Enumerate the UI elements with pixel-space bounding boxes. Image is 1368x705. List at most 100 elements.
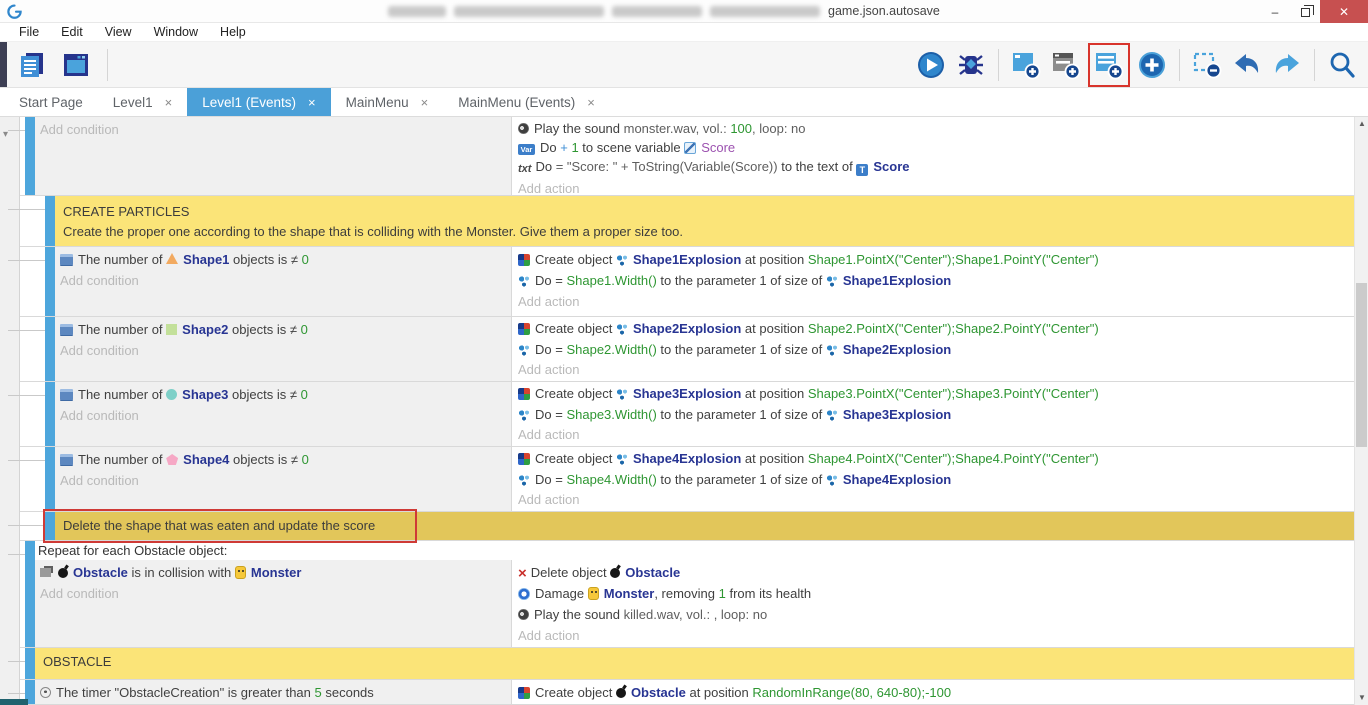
add-condition[interactable]: Add condition bbox=[60, 470, 507, 491]
tab-level1-events-[interactable]: Level1 (Events)× bbox=[187, 88, 330, 116]
comment-block[interactable]: Delete the shape that was eaten and upda… bbox=[55, 512, 1354, 540]
add-action[interactable]: Add action bbox=[518, 625, 1350, 646]
condition-line[interactable]: The number of Shape2 objects is ≠ 0 bbox=[60, 319, 507, 340]
add-action[interactable]: Add action bbox=[518, 425, 1350, 446]
deselect-button[interactable] bbox=[1189, 46, 1225, 84]
debug-button[interactable] bbox=[953, 46, 989, 84]
comment-block[interactable]: OBSTACLE bbox=[35, 648, 1354, 679]
add-action[interactable]: Add action bbox=[518, 291, 1350, 312]
scrollbar-thumb[interactable] bbox=[1356, 283, 1367, 447]
action-line[interactable]: Do = Shape3.Width() to the parameter 1 o… bbox=[518, 405, 1350, 426]
add-condition[interactable]: Add condition bbox=[60, 340, 507, 361]
collision-icon bbox=[40, 568, 51, 577]
comment-block[interactable]: CREATE PARTICLESCreate the proper one ac… bbox=[55, 196, 1354, 246]
action-line[interactable]: Play the sound monster.wav, vol.: 100, l… bbox=[518, 119, 1350, 138]
action-line[interactable]: ×Delete object Obstacle bbox=[518, 562, 1350, 583]
action-line[interactable]: Create object Shape4Explosion at positio… bbox=[518, 449, 1350, 470]
add-scene-button[interactable] bbox=[1008, 46, 1044, 84]
scene-editor-button[interactable] bbox=[58, 46, 94, 84]
menu-file[interactable]: File bbox=[8, 25, 50, 39]
actions-cell[interactable]: Create object Shape1Explosion at positio… bbox=[511, 247, 1354, 316]
undo-button[interactable] bbox=[1229, 46, 1265, 84]
actions-cell[interactable]: Create object Shape4Explosion at positio… bbox=[511, 447, 1354, 511]
action-line[interactable]: Create object Shape2Explosion at positio… bbox=[518, 319, 1350, 340]
event-row[interactable]: The number of Shape2 objects is ≠ 0Add c… bbox=[20, 317, 1354, 382]
action-line[interactable]: Create object Shape1Explosion at positio… bbox=[518, 249, 1350, 270]
text-segment: Shape1Explosion bbox=[633, 252, 741, 267]
condition-line[interactable]: The timer "ObstacleCreation" is greater … bbox=[40, 682, 507, 703]
condition-line[interactable]: Obstacle is in collision with Monster bbox=[40, 562, 507, 583]
action-line[interactable]: VarDo + 1 to scene variable Score bbox=[518, 138, 1350, 157]
foreach-header[interactable]: Repeat for each Obstacle object: bbox=[35, 541, 1354, 560]
actions-cell[interactable]: Create object Obstacle at position Rando… bbox=[511, 680, 1354, 704]
add-external-events-button[interactable] bbox=[1048, 46, 1084, 84]
tab-close-icon[interactable]: × bbox=[421, 95, 429, 110]
conditions-cell[interactable]: Obstacle is in collision with MonsterAdd… bbox=[35, 560, 511, 647]
scroll-up-arrow[interactable]: ▲ bbox=[1355, 117, 1368, 131]
tab-close-icon[interactable]: × bbox=[165, 95, 173, 110]
conditions-cell[interactable]: Add condition bbox=[35, 117, 511, 195]
text-icon: txt bbox=[518, 160, 531, 179]
action-line[interactable]: Damage Monster, removing 1 from its heal… bbox=[518, 583, 1350, 604]
vertical-scrollbar[interactable]: ▲ ▼ bbox=[1354, 117, 1368, 705]
search-button[interactable] bbox=[1324, 46, 1360, 84]
event-row[interactable]: The timer "ObstacleCreation" is greater … bbox=[20, 680, 1354, 705]
event-row[interactable]: Add condition Play the sound monster.wav,… bbox=[20, 117, 1354, 196]
add-object-button[interactable] bbox=[1134, 46, 1170, 84]
action-line[interactable]: txtDo = "Score: " + ToString(Variable(Sc… bbox=[518, 157, 1350, 179]
condition-line[interactable]: The number of Shape3 objects is ≠ 0 bbox=[60, 384, 507, 405]
close-button[interactable]: ✕ bbox=[1320, 0, 1368, 23]
redo-button[interactable] bbox=[1269, 46, 1305, 84]
actions-cell[interactable]: ×Delete object ObstacleDamage Monster, r… bbox=[511, 560, 1354, 647]
action-line[interactable]: Do = Shape2.Width() to the parameter 1 o… bbox=[518, 340, 1350, 361]
text-segment: Shape2 bbox=[182, 322, 228, 337]
play-button[interactable] bbox=[913, 46, 949, 84]
project-manager-button[interactable] bbox=[14, 46, 50, 84]
comment-row[interactable]: CREATE PARTICLESCreate the proper one ac… bbox=[20, 196, 1354, 247]
placeholder-text: Add condition bbox=[60, 473, 139, 488]
conditions-cell[interactable]: The number of Shape3 objects is ≠ 0Add c… bbox=[55, 382, 511, 446]
actions-cell[interactable]: Create object Shape2Explosion at positio… bbox=[511, 317, 1354, 381]
comment-row[interactable]: OBSTACLE bbox=[20, 648, 1354, 680]
tab-mainmenu-events-[interactable]: MainMenu (Events)× bbox=[443, 88, 610, 116]
action-line[interactable]: Create object Obstacle at position Rando… bbox=[518, 682, 1350, 703]
conditions-cell[interactable]: The number of Shape2 objects is ≠ 0Add c… bbox=[55, 317, 511, 381]
restore-button[interactable] bbox=[1290, 0, 1320, 23]
add-condition[interactable]: Add condition bbox=[40, 583, 507, 604]
tab-mainmenu[interactable]: MainMenu× bbox=[331, 88, 444, 116]
add-condition[interactable]: Add condition bbox=[60, 270, 507, 291]
menu-view[interactable]: View bbox=[94, 25, 143, 39]
action-line[interactable]: Create object Shape3Explosion at positio… bbox=[518, 384, 1350, 405]
condition-line[interactable]: The number of Shape4 objects is ≠ 0 bbox=[60, 449, 507, 470]
menu-window[interactable]: Window bbox=[143, 25, 209, 39]
add-condition[interactable]: Add condition bbox=[60, 405, 507, 426]
add-action[interactable]: Add action bbox=[518, 179, 1350, 195]
comment-row[interactable]: Delete the shape that was eaten and upda… bbox=[20, 512, 1354, 541]
conditions-cell[interactable]: The timer "ObstacleCreation" is greater … bbox=[35, 680, 511, 704]
tab-level1[interactable]: Level1× bbox=[98, 88, 187, 116]
condition-line[interactable]: The number of Shape1 objects is ≠ 0 bbox=[60, 249, 507, 270]
collapse-caret-icon[interactable]: ▾ bbox=[3, 129, 8, 140]
event-row[interactable]: The number of Shape3 objects is ≠ 0Add c… bbox=[20, 382, 1354, 447]
event-row[interactable]: Repeat for each Obstacle object:Obstacle… bbox=[20, 541, 1354, 648]
action-line[interactable]: Do = Shape1.Width() to the parameter 1 o… bbox=[518, 270, 1350, 291]
action-line[interactable]: Play the sound killed.wav, vol.: , loop:… bbox=[518, 604, 1350, 625]
add-condition[interactable]: Add condition bbox=[40, 119, 507, 140]
tab-start-page[interactable]: Start Page bbox=[4, 88, 98, 116]
menu-help[interactable]: Help bbox=[209, 25, 257, 39]
add-action[interactable]: Add action bbox=[518, 490, 1350, 511]
minimize-button[interactable]: – bbox=[1260, 0, 1290, 23]
action-line[interactable]: Do = Shape4.Width() to the parameter 1 o… bbox=[518, 470, 1350, 491]
conditions-cell[interactable]: The number of Shape4 objects is ≠ 0 Add c… bbox=[55, 447, 511, 511]
tab-close-icon[interactable]: × bbox=[308, 95, 316, 110]
scroll-down-arrow[interactable]: ▼ bbox=[1355, 691, 1368, 705]
event-row[interactable]: The number of Shape4 objects is ≠ 0 Add c… bbox=[20, 447, 1354, 512]
actions-cell[interactable]: Create object Shape3Explosion at positio… bbox=[511, 382, 1354, 446]
event-row[interactable]: The number of Shape1 objects is ≠ 0Add c… bbox=[20, 247, 1354, 317]
actions-cell[interactable]: Play the sound monster.wav, vol.: 100, l… bbox=[511, 117, 1354, 195]
add-action[interactable]: Add action bbox=[518, 360, 1350, 381]
tab-close-icon[interactable]: × bbox=[587, 95, 595, 110]
conditions-cell[interactable]: The number of Shape1 objects is ≠ 0Add c… bbox=[55, 247, 511, 316]
menu-edit[interactable]: Edit bbox=[50, 25, 94, 39]
add-events-function-button[interactable] bbox=[1091, 46, 1127, 84]
